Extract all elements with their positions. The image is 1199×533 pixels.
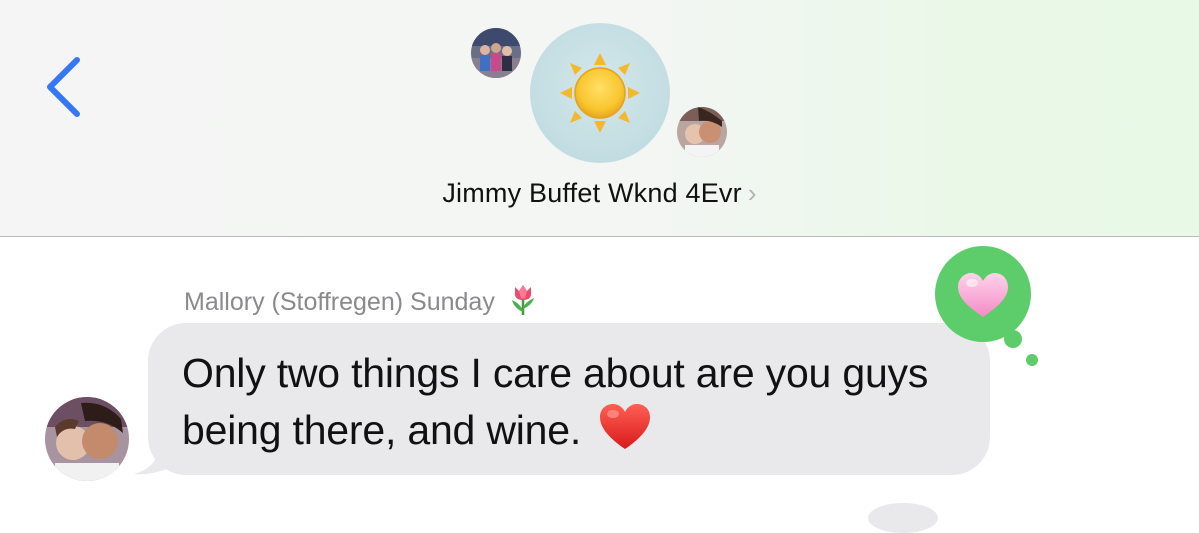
group-name: Jimmy Buffet Wknd 4Evr	[442, 178, 742, 208]
next-message-bubble	[868, 503, 938, 533]
participant-avatar[interactable]	[471, 28, 521, 78]
message-day: Sunday	[410, 288, 495, 316]
sender-avatar[interactable]	[45, 397, 129, 481]
message-metadata: Mallory (Stoffregen) Sunday	[184, 282, 538, 323]
heart-tapback-reaction[interactable]	[933, 244, 1043, 370]
conversation-header: Jimmy Buffet Wknd 4Evr ›	[0, 0, 1199, 237]
group-avatar[interactable]	[530, 23, 670, 163]
message-body: Only two things I care about are you guy…	[182, 350, 929, 453]
participant-avatar[interactable]	[677, 107, 727, 157]
tulip-icon	[508, 282, 538, 323]
heart-tapback-icon	[935, 246, 1038, 366]
sender-name: Mallory (Stoffregen)	[184, 288, 404, 316]
red-heart-icon	[598, 402, 652, 467]
chevron-right-icon: ›	[747, 178, 757, 208]
message-text: Only two things I care about are you guy…	[182, 345, 982, 467]
back-button[interactable]	[40, 52, 90, 122]
chevron-left-icon	[47, 57, 80, 117]
sun-icon	[560, 53, 640, 133]
group-name-button[interactable]: Jimmy Buffet Wknd 4Evr ›	[300, 178, 899, 209]
